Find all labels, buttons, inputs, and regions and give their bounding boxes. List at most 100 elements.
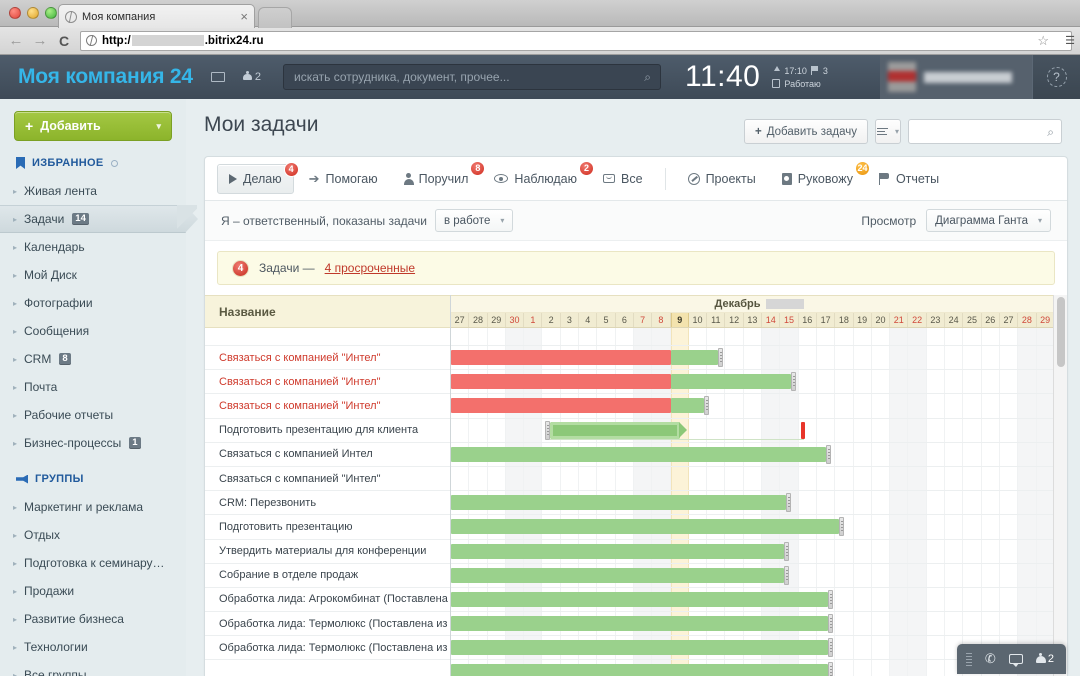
- floating-toolbar[interactable]: ✆ 2: [956, 644, 1066, 674]
- chevron-down-icon[interactable]: ▾: [156, 121, 161, 132]
- sidebar-item-technologies[interactable]: ▸ Технологии: [0, 633, 186, 661]
- chat-icon[interactable]: [1008, 654, 1023, 667]
- forward-icon[interactable]: →: [32, 32, 48, 49]
- gantt-milestone[interactable]: [800, 421, 805, 439]
- add-task-button[interactable]: + Добавить задачу: [743, 119, 868, 144]
- gantt-bar-green[interactable]: [451, 640, 828, 656]
- notifications-button[interactable]: 2: [242, 71, 261, 83]
- gantt-bar-red[interactable]: [451, 374, 671, 390]
- address-bar[interactable]: http:/ .bitrix24.ru ☆: [80, 30, 1072, 51]
- sidebar-item-bizdev[interactable]: ▸ Развитие бизнеса: [0, 605, 186, 633]
- task-name-cell[interactable]: Обработка лида: Термолюкс (Поставлена из…: [205, 612, 450, 637]
- browser-menu-icon[interactable]: ☰: [1065, 34, 1075, 47]
- worktime-widget[interactable]: 17:10 3 Работаю: [772, 66, 828, 89]
- tab-managing[interactable]: Руковожу 24: [771, 160, 870, 194]
- help-button[interactable]: ?: [1032, 55, 1080, 99]
- gantt-bar-green[interactable]: [451, 519, 839, 535]
- gantt-bar-green[interactable]: [451, 446, 827, 462]
- sidebar-item-leisure[interactable]: ▸ Отдых: [0, 521, 186, 549]
- gantt-bar-green[interactable]: [451, 543, 785, 559]
- gantt-bar-green[interactable]: [451, 495, 786, 511]
- tab-observing[interactable]: Наблюдаю 2: [483, 160, 595, 194]
- gantt-bar-resize-handle[interactable]: [785, 493, 791, 513]
- gantt-bar-resize-handle[interactable]: [703, 396, 709, 416]
- phone-icon[interactable]: ✆: [983, 650, 997, 667]
- gantt-bar-resize-handle[interactable]: [838, 517, 844, 537]
- gantt-bar-summary[interactable]: [549, 421, 687, 439]
- settings-dot-icon[interactable]: [110, 159, 118, 167]
- gantt-bar-resize-handle[interactable]: [784, 565, 790, 585]
- sidebar-item-messages[interactable]: ▸ Сообщения: [0, 317, 186, 345]
- gantt-bar-resize-handle[interactable]: [784, 541, 790, 561]
- tab-assigned[interactable]: Поручил 8: [393, 160, 486, 194]
- tab-reports[interactable]: Отчеты: [868, 164, 950, 194]
- gantt-bar-green[interactable]: [451, 591, 828, 607]
- drag-handle[interactable]: [965, 652, 972, 666]
- gantt-bar-green[interactable]: [670, 374, 792, 390]
- global-search-input[interactable]: искать сотрудника, документ, прочее... ⌕: [283, 64, 661, 90]
- gantt-bar-green[interactable]: [670, 398, 704, 414]
- sort-options-button[interactable]: ▾: [875, 119, 901, 144]
- task-name-cell[interactable]: Обработка лида: Термолюкс (Поставлена из…: [205, 636, 450, 661]
- gantt-bar-red[interactable]: [451, 398, 671, 414]
- sidebar-item-sales[interactable]: ▸ Продажи: [0, 577, 186, 605]
- task-search-input[interactable]: ⌕: [908, 119, 1062, 144]
- sidebar-item-photos[interactable]: ▸ Фотографии: [0, 289, 186, 317]
- tab-all[interactable]: Все: [592, 164, 654, 194]
- maximize-window-button[interactable]: [45, 7, 57, 19]
- task-name-cell[interactable]: Связаться с компанией "Интел": [205, 346, 450, 371]
- sidebar-item-marketing[interactable]: ▸ Маркетинг и реклама: [0, 493, 186, 521]
- task-name-cell[interactable]: Подготовить презентацию: [205, 515, 450, 540]
- user-menu[interactable]: [880, 55, 1032, 99]
- window-controls[interactable]: [9, 7, 57, 19]
- vertical-scrollbar[interactable]: [1053, 295, 1067, 676]
- task-name-cell[interactable]: CRM: Перезвонить: [205, 491, 450, 516]
- bookmark-star-icon[interactable]: ☆: [1037, 33, 1049, 49]
- task-name-cell[interactable]: Подготовить презентацию для клиента: [205, 419, 450, 443]
- bell-icon[interactable]: 2: [1035, 652, 1054, 665]
- task-name-cell[interactable]: Связаться с компанией Интел: [205, 443, 450, 467]
- gantt-bar-resize-handle[interactable]: [827, 614, 833, 634]
- app-logo[interactable]: Моя компания 24: [18, 65, 193, 89]
- desktop-app-button[interactable]: [210, 72, 225, 82]
- sidebar-item-calendar[interactable]: ▸ Календарь: [0, 233, 186, 261]
- gantt-bar-green[interactable]: [451, 664, 828, 676]
- search-icon[interactable]: ⌕: [644, 70, 651, 85]
- gantt-bar-resize-handle[interactable]: [827, 638, 833, 658]
- scrollbar-thumb[interactable]: [1057, 297, 1065, 367]
- gantt-bar-resize-handle[interactable]: [826, 444, 832, 464]
- gantt-bar-resize-handle[interactable]: [544, 420, 550, 440]
- overdue-link[interactable]: 4 просроченные: [325, 261, 415, 275]
- gantt-bar-green[interactable]: [451, 616, 828, 632]
- sidebar-item-tasks[interactable]: ▸ Задачи 14: [0, 205, 198, 233]
- view-mode-select[interactable]: Диаграмма Ганта ▾: [926, 209, 1051, 232]
- sidebar-item-all-groups[interactable]: ▸ Все группы: [0, 661, 186, 676]
- sidebar-item-crm[interactable]: ▸ CRM 8: [0, 345, 186, 373]
- gantt-bar-green[interactable]: [670, 350, 719, 365]
- add-button[interactable]: + Добавить ▾: [14, 111, 172, 141]
- reload-icon[interactable]: C: [56, 33, 72, 49]
- browser-tab[interactable]: Моя компания ×: [58, 4, 255, 28]
- close-tab-icon[interactable]: ×: [240, 10, 248, 23]
- back-icon[interactable]: ←: [8, 32, 24, 49]
- sidebar-item-livefeed[interactable]: ▸ Живая лента: [0, 177, 186, 205]
- task-name-cell[interactable]: Собрание в отделе продаж: [205, 564, 450, 588]
- sidebar-item-mail[interactable]: ▸ Почта: [0, 373, 186, 401]
- gantt-bar-green[interactable]: [451, 567, 785, 583]
- sidebar-item-seminar[interactable]: ▸ Подготовка к семинару…: [0, 549, 186, 577]
- task-name-cell[interactable]: Обработка лида: Агрокомбинат (Поставлена…: [205, 588, 450, 613]
- close-window-button[interactable]: [9, 7, 21, 19]
- sidebar-item-bizproc[interactable]: ▸ Бизнес-процессы 1: [0, 429, 186, 457]
- sidebar-item-workreports[interactable]: ▸ Рабочие отчеты: [0, 401, 186, 429]
- gantt-bar-resize-handle[interactable]: [718, 348, 724, 367]
- gantt-bar-resize-handle[interactable]: [827, 662, 833, 676]
- tab-doing[interactable]: Делаю 4: [217, 161, 299, 194]
- tab-helping[interactable]: ➔ Помогаю: [298, 164, 389, 194]
- minimize-window-button[interactable]: [27, 7, 39, 19]
- new-tab-button[interactable]: [258, 7, 292, 28]
- gantt-bar-resize-handle[interactable]: [827, 589, 833, 609]
- tab-projects[interactable]: Проекты: [677, 164, 767, 194]
- gantt-bar-resize-handle[interactable]: [791, 372, 797, 392]
- task-name-cell[interactable]: Утвердить материалы для конференции: [205, 540, 450, 564]
- task-name-cell[interactable]: Связаться с компанией "Интел": [205, 394, 450, 419]
